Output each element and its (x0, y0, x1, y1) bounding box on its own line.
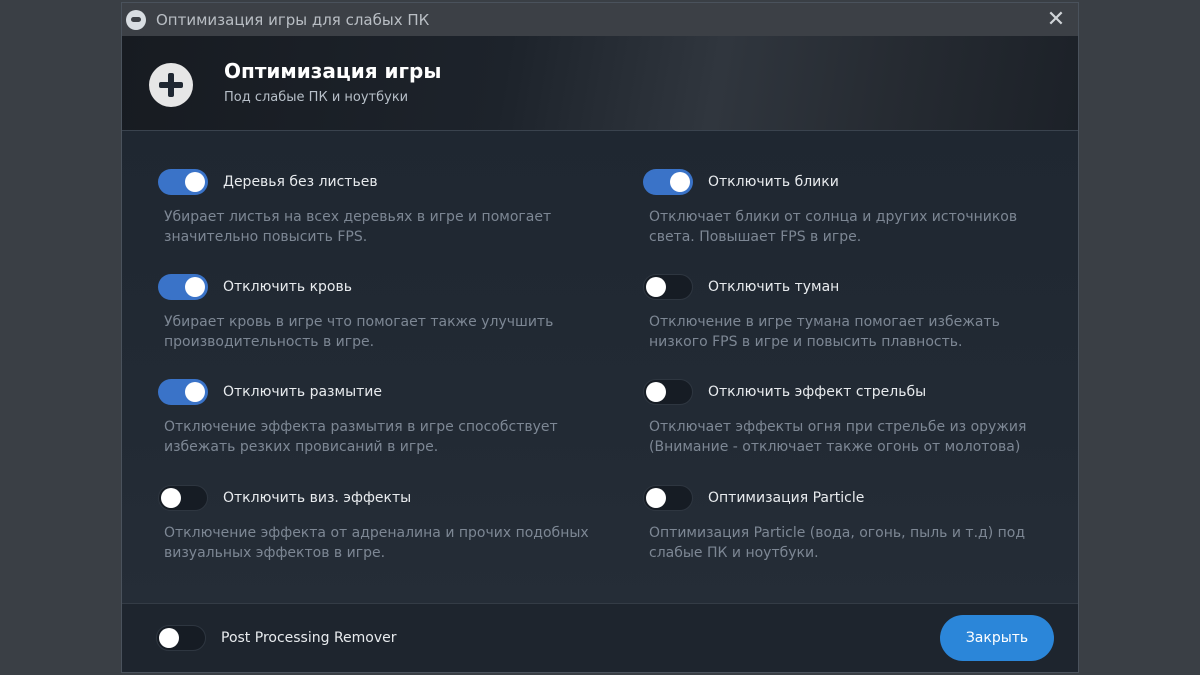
toggle-knob (185, 172, 205, 192)
option-label: Отключить размытие (223, 384, 382, 400)
toggle-knob (670, 172, 690, 192)
option-disable-fog: Отключить туман Отключение в игре тумана… (643, 274, 1078, 352)
option-description-line: Убирает листья на всех деревьях в игре и… (164, 209, 552, 225)
option-disable-shooting-effect: Отключить эффект стрельбы Отключает эффе… (643, 379, 1078, 457)
toggle-knob (159, 628, 179, 648)
toggle-switch[interactable] (643, 274, 693, 300)
option-description-line: визуальных эффектов в игре. (164, 545, 386, 561)
option-description-line: Отключает блики от солнца и других источ… (649, 209, 1018, 225)
option-label: Post Processing Remover (221, 630, 397, 646)
toggle-switch[interactable] (643, 485, 693, 511)
option-disable-visual-effects: Отключить виз. эффекты Отключение эффект… (158, 485, 608, 563)
toggle-knob (646, 277, 666, 297)
toggle-knob (185, 277, 205, 297)
option-description: Оптимизация Particle (вода, огонь, пыль … (649, 523, 1078, 563)
optimization-window: Оптимизация игры для слабых ПК ✕ Оптимиз… (121, 2, 1079, 673)
options-panel: Деревья без листьев Убирает листья на вс… (122, 131, 1078, 603)
option-description: Отключает блики от солнца и других источ… (649, 207, 1078, 247)
option-description-line: слабые ПК и ноутбуки. (649, 545, 819, 561)
option-description-line: избежать резких провисаний в игре. (164, 439, 439, 455)
option-description: Отключает эффекты огня при стрельбе из о… (649, 417, 1078, 457)
option-description: Отключение в игре тумана помогает избежа… (649, 312, 1078, 352)
option-description: Отключение эффекта от адреналина и прочи… (164, 523, 608, 563)
toggle-switch[interactable] (158, 485, 208, 511)
header-banner: Оптимизация игры Под слабые ПК и ноутбук… (122, 36, 1078, 131)
header-title: Оптимизация игры (224, 59, 442, 83)
toggle-switch[interactable] (156, 625, 206, 651)
toggle-switch[interactable] (643, 379, 693, 405)
option-description-line: (Внимание - отключает также огонь от мол… (649, 439, 1021, 455)
app-logo-icon (126, 9, 146, 30)
option-disable-blood: Отключить кровь Убирает кровь в игре что… (158, 274, 608, 352)
option-description: Убирает листья на всех деревьях в игре и… (164, 207, 608, 247)
window-close-icon[interactable]: ✕ (1034, 3, 1078, 36)
title-bar: Оптимизация игры для слабых ПК ✕ (122, 3, 1078, 36)
option-description-line: Оптимизация Particle (вода, огонь, пыль … (649, 525, 1026, 541)
option-label: Отключить туман (708, 279, 840, 295)
option-particle-optimization: Оптимизация Particle Оптимизация Particl… (643, 485, 1078, 563)
option-description-line: низкого FPS в игре и повысить плавность. (649, 334, 963, 350)
toggle-knob (185, 382, 205, 402)
option-description-line: Убирает кровь в игре что помогает также … (164, 314, 554, 330)
toggle-switch[interactable] (158, 169, 208, 195)
option-post-processing-remover: Post Processing Remover (156, 625, 397, 651)
option-description-line: Отключает эффекты огня при стрельбе из о… (649, 419, 1027, 435)
option-description-line: Отключение в игре тумана помогает избежа… (649, 314, 1000, 330)
option-disable-glare: Отключить блики Отключает блики от солнц… (643, 169, 1078, 247)
option-label: Отключить эффект стрельбы (708, 384, 927, 400)
toggle-switch[interactable] (158, 379, 208, 405)
option-label: Отключить блики (708, 174, 839, 190)
close-button[interactable]: Закрыть (940, 615, 1054, 661)
toggle-switch[interactable] (643, 169, 693, 195)
option-label: Отключить кровь (223, 279, 353, 295)
option-description-line: значительно повысить FPS. (164, 229, 368, 245)
option-description-line: Отключение эффекта размытия в игре спосо… (164, 419, 558, 435)
toggle-knob (646, 488, 666, 508)
window-title: Оптимизация игры для слабых ПК (156, 10, 430, 29)
option-description-line: производительность в игре. (164, 334, 375, 350)
option-description: Отключение эффекта размытия в игре спосо… (164, 417, 608, 457)
footer-bar: Post Processing Remover Закрыть (122, 603, 1078, 672)
toggle-knob (646, 382, 666, 402)
option-disable-blur: Отключить размытие Отключение эффекта ра… (158, 379, 608, 457)
option-description: Убирает кровь в игре что помогает также … (164, 312, 608, 352)
toggle-switch[interactable] (158, 274, 208, 300)
option-trees-no-leaves: Деревья без листьев Убирает листья на вс… (158, 169, 608, 247)
option-description-line: света. Повышает FPS в игре. (649, 229, 862, 245)
option-label: Отключить виз. эффекты (223, 490, 412, 506)
plus-circle-icon (149, 63, 193, 107)
header-subtitle: Под слабые ПК и ноутбуки (224, 90, 409, 105)
toggle-knob (161, 488, 181, 508)
option-description-line: Отключение эффекта от адреналина и прочи… (164, 525, 589, 541)
option-label: Оптимизация Particle (708, 490, 865, 506)
option-label: Деревья без листьев (223, 174, 378, 190)
